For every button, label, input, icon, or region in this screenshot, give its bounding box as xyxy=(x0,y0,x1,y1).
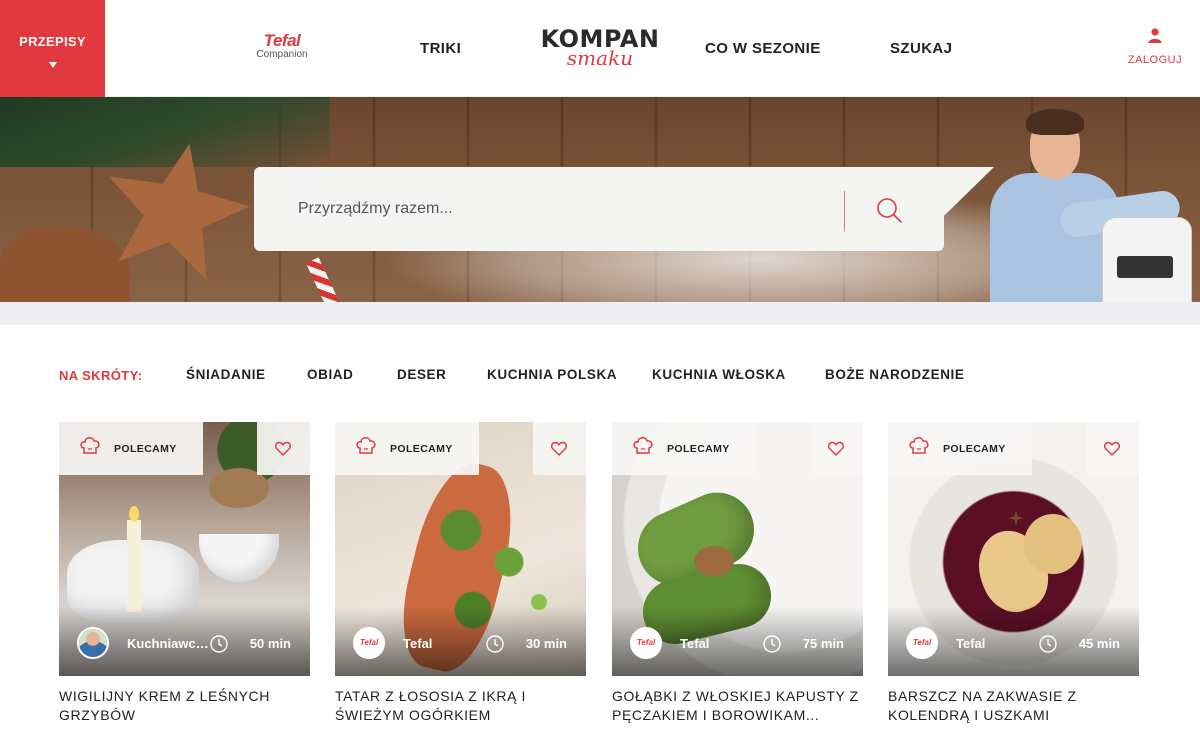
cook-time: 45 min xyxy=(1078,636,1120,651)
favorite-button[interactable] xyxy=(533,422,586,475)
hero-bottom-strip xyxy=(0,302,1200,325)
recommended-badge: POLECAMY xyxy=(335,422,479,475)
tefal-logo-sub: Companion xyxy=(256,49,308,60)
site-header: PRZEPISY Tefal Companion TRIKI KOMPAN sm… xyxy=(0,0,1200,97)
shortcut-sniadanie[interactable]: ŚNIADANIE xyxy=(186,367,266,382)
recommended-badge-label: POLECAMY xyxy=(943,443,1006,455)
search-input[interactable] xyxy=(298,194,818,224)
recipe-title[interactable]: BARSZCZ NA ZAKWASIE Z KOLENDRĄ I USZKAMI xyxy=(888,687,1139,725)
author-avatar: Tefal xyxy=(630,627,662,659)
user-icon xyxy=(1148,28,1162,43)
author-name[interactable]: Tefal xyxy=(680,636,709,651)
favorite-button[interactable] xyxy=(1086,422,1139,475)
recipe-image[interactable]: POLECAMY Kuchniawcz... 50 min xyxy=(59,422,310,676)
tefal-logo-brand: Tefal xyxy=(263,31,301,50)
chef-hat-icon xyxy=(356,437,376,454)
hero-pine-branches xyxy=(0,97,330,167)
tefal-avatar-logo: Tefal xyxy=(912,638,932,647)
recipe-title[interactable]: GOŁĄBKI Z WŁOSKIEJ KAPUSTY Z PĘCZAKIEM I… xyxy=(612,687,863,725)
recipe-title[interactable]: TATAR Z ŁOSOSIA Z IKRĄ I ŚWIEŻYM OGÓRKIE… xyxy=(335,687,586,725)
shortcut-obiad[interactable]: OBIAD xyxy=(307,367,354,382)
shortcuts-label: NA SKRÓTY: xyxy=(59,368,143,383)
nav-link-triki[interactable]: TRIKI xyxy=(420,40,461,57)
login-button[interactable]: ZALOGUJ xyxy=(1126,27,1184,68)
author-avatar xyxy=(77,627,109,659)
tefal-avatar-logo: Tefal xyxy=(636,638,656,647)
author-avatar: Tefal xyxy=(906,627,938,659)
clock-icon xyxy=(486,635,504,653)
recommended-badge-label: POLECAMY xyxy=(667,443,730,455)
recipe-image[interactable]: POLECAMY Tefal Tefal 75 min xyxy=(612,422,863,676)
recommended-badge: POLECAMY xyxy=(612,422,756,475)
search-divider xyxy=(844,191,845,231)
recommended-badge: POLECAMY xyxy=(888,422,1032,475)
hero-kitchen-robot xyxy=(1102,217,1192,302)
recipe-card[interactable]: POLECAMY Kuchniawcz... 50 min WIGILIJNY … xyxy=(59,422,310,725)
heart-icon xyxy=(1104,441,1120,456)
shortcut-kuchnia-wloska[interactable]: KUCHNIA WŁOSKA xyxy=(652,367,786,382)
author-avatar: Tefal xyxy=(353,627,385,659)
author-name[interactable]: Tefal xyxy=(403,636,432,651)
search-icon xyxy=(877,198,902,223)
clock-icon xyxy=(763,635,781,653)
author-name[interactable]: Tefal xyxy=(956,636,985,651)
heart-icon xyxy=(828,441,844,456)
nav-link-co-w-sezonie[interactable]: CO W SEZONIE xyxy=(705,40,821,57)
clock-icon xyxy=(1039,635,1057,653)
recipe-card[interactable]: POLECAMY Tefal Tefal 45 min BARSZCZ NA Z… xyxy=(888,422,1139,725)
cook-time: 30 min xyxy=(525,636,567,651)
recipe-card[interactable]: POLECAMY Tefal Tefal 30 min TATAR Z ŁOSO… xyxy=(335,422,586,725)
recipe-image[interactable]: POLECAMY Tefal Tefal 45 min xyxy=(888,422,1139,676)
hero-chef-photo xyxy=(990,107,1200,302)
shortcut-kuchnia-polska[interactable]: KUCHNIA POLSKA xyxy=(487,367,617,382)
site-logo[interactable]: KOMPAN smaku xyxy=(540,26,660,68)
tefal-avatar-logo: Tefal xyxy=(359,638,379,647)
recipe-image[interactable]: POLECAMY Tefal Tefal 30 min xyxy=(335,422,586,676)
cook-time: 75 min xyxy=(802,636,844,651)
search-button[interactable] xyxy=(872,193,906,227)
recipes-menu-button[interactable]: PRZEPISY xyxy=(0,0,105,97)
chef-hat-icon xyxy=(633,437,653,454)
recommended-badge-label: POLECAMY xyxy=(114,443,177,455)
hero-cookie-secondary xyxy=(0,227,130,302)
recommended-badge: POLECAMY xyxy=(59,422,203,475)
cook-time: 50 min xyxy=(249,636,291,651)
tefal-companion-logo[interactable]: Tefal Companion xyxy=(250,31,314,61)
recipe-card[interactable]: POLECAMY Tefal Tefal 75 min GOŁĄBKI Z WŁ… xyxy=(612,422,863,725)
recipes-menu-label: PRZEPISY xyxy=(19,34,86,49)
heart-icon xyxy=(551,441,567,456)
nav-link-szukaj[interactable]: SZUKAJ xyxy=(890,40,952,57)
clock-icon xyxy=(210,635,228,653)
author-name[interactable]: Kuchniawcz... xyxy=(127,636,211,651)
chef-hat-icon xyxy=(80,437,100,454)
caret-down-icon xyxy=(48,62,57,68)
shortcut-deser[interactable]: DESER xyxy=(397,367,447,382)
shortcut-boze-narodzenie[interactable]: BOŻE NARODZENIE xyxy=(825,367,965,382)
hero-candy-cane xyxy=(305,257,349,302)
chef-hat-icon xyxy=(909,437,929,454)
login-label: ZALOGUJ xyxy=(1127,54,1183,66)
heart-icon xyxy=(275,441,291,456)
favorite-button[interactable] xyxy=(257,422,310,475)
recipe-title[interactable]: WIGILIJNY KREM Z LEŚNYCH GRZYBÓW xyxy=(59,687,310,725)
recommended-badge-label: POLECAMY xyxy=(390,443,453,455)
favorite-button[interactable] xyxy=(810,422,863,475)
